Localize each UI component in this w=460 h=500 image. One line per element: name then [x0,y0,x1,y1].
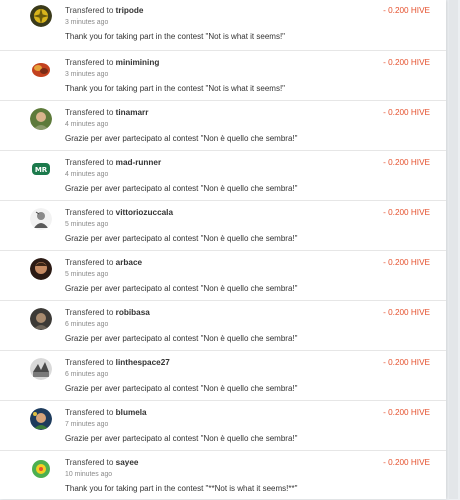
svg-text:MR: MR [35,166,48,174]
recipient-link[interactable]: robibasa [116,308,150,317]
transfer-time: 4 minutes ago [65,171,109,178]
tripode-avatar-icon[interactable] [30,5,52,27]
transfer-amount: - 0.200 HIVE [383,358,430,367]
transfer-row: Transfered to vittoriozuccala 5 minutes … [0,201,446,251]
transfer-memo: Grazie per aver partecipato al contest "… [65,184,298,193]
recipient-link[interactable]: vittoriozuccala [116,208,173,217]
transfer-time: 6 minutes ago [65,321,109,328]
transfer-title: Transfered to tinamarr [65,108,149,117]
vittoriozuccala-avatar-icon[interactable] [30,208,52,230]
arbace-avatar-icon[interactable] [30,258,52,280]
transfer-amount: - 0.200 HIVE [383,458,430,467]
page-scrollbar[interactable] [449,0,458,499]
transfer-amount: - 0.200 HIVE [383,58,430,67]
transfer-time: 10 minutes ago [65,471,113,478]
transfer-amount: - 0.200 HIVE [383,158,430,167]
transfer-time: 6 minutes ago [65,371,109,378]
transfer-memo: Thank you for taking part in the contest… [65,484,298,493]
transfer-time: 3 minutes ago [65,71,109,78]
transfer-memo: Grazie per aver partecipato al contest "… [65,384,298,393]
transfer-memo: Grazie per aver partecipato al contest "… [65,434,298,443]
transfer-row: Transfered to sayee 10 minutes ago Thank… [0,451,446,500]
transfer-list: Transfered to tripode 3 minutes ago Than… [0,0,446,500]
transfer-row: Transfered to tinamarr 4 minutes ago Gra… [0,101,446,151]
transfer-title: Transfered to vittoriozuccala [65,208,174,217]
transfer-title: Transfered to arbace [65,258,143,267]
recipient-link[interactable]: blumela [116,408,147,417]
transfer-memo: Grazie per aver partecipato al contest "… [65,134,298,143]
sayee-avatar-icon[interactable] [30,458,52,480]
transfer-amount: - 0.200 HIVE [383,208,430,217]
transfer-title: Transfered to blumela [65,408,147,417]
transfer-row: Transfered to blumela 7 minutes ago Graz… [0,401,446,451]
transfer-time: 5 minutes ago [65,221,109,228]
transfer-memo: Thank you for taking part in the contest… [65,32,286,41]
transfer-memo: Grazie per aver partecipato al contest "… [65,334,298,343]
recipient-link[interactable]: mad-runner [116,158,162,167]
transfer-time: 4 minutes ago [65,121,109,128]
minimining-avatar-icon[interactable] [30,58,52,80]
transfer-memo: Grazie per aver partecipato al contest "… [65,234,298,243]
transfer-row: Transfered to linthespace27 6 minutes ag… [0,351,446,401]
transfer-time: 3 minutes ago [65,19,109,26]
tinamarr-avatar-icon[interactable] [30,108,52,130]
mad-runner-avatar-icon[interactable]: MR [30,158,52,180]
transfer-title: Transfered to robibasa [65,308,150,317]
transfer-time: 7 minutes ago [65,421,109,428]
robibasa-avatar-icon[interactable] [30,308,52,330]
transfer-row: Transfered to tripode 3 minutes ago Than… [0,0,446,51]
transfer-history-panel: Transfered to tripode 3 minutes ago Than… [0,0,446,499]
transfer-title: Transfered to linthespace27 [65,358,170,367]
transfer-row: Transfered to robibasa 6 minutes ago Gra… [0,301,446,351]
transfer-memo: Thank you for taking part in the contest… [65,84,286,93]
recipient-link[interactable]: linthespace27 [116,358,170,367]
recipient-link[interactable]: sayee [116,458,139,467]
transfer-title: Transfered to tripode [65,6,144,15]
transfer-title: Transfered to mad-runner [65,158,162,167]
recipient-link[interactable]: tripode [116,6,144,15]
recipient-link[interactable]: tinamarr [116,108,149,117]
transfer-amount: - 0.200 HIVE [383,408,430,417]
transfer-row: MR Transfered to mad-runner 4 minutes ag… [0,151,446,201]
transfer-row: Transfered to arbace 5 minutes ago Grazi… [0,251,446,301]
transfer-memo: Grazie per aver partecipato al contest "… [65,284,298,293]
recipient-link[interactable]: arbace [116,258,142,267]
recipient-link[interactable]: minimining [116,58,160,67]
transfer-amount: - 0.200 HIVE [383,258,430,267]
transfer-title: Transfered to sayee [65,458,139,467]
transfer-amount: - 0.200 HIVE [383,6,430,15]
linthespace27-avatar-icon[interactable] [30,358,52,380]
transfer-time: 5 minutes ago [65,271,109,278]
transfer-amount: - 0.200 HIVE [383,108,430,117]
transfer-row: Transfered to minimining 3 minutes ago T… [0,51,446,101]
transfer-title: Transfered to minimining [65,58,160,67]
transfer-amount: - 0.200 HIVE [383,308,430,317]
blumela-avatar-icon[interactable] [30,408,52,430]
